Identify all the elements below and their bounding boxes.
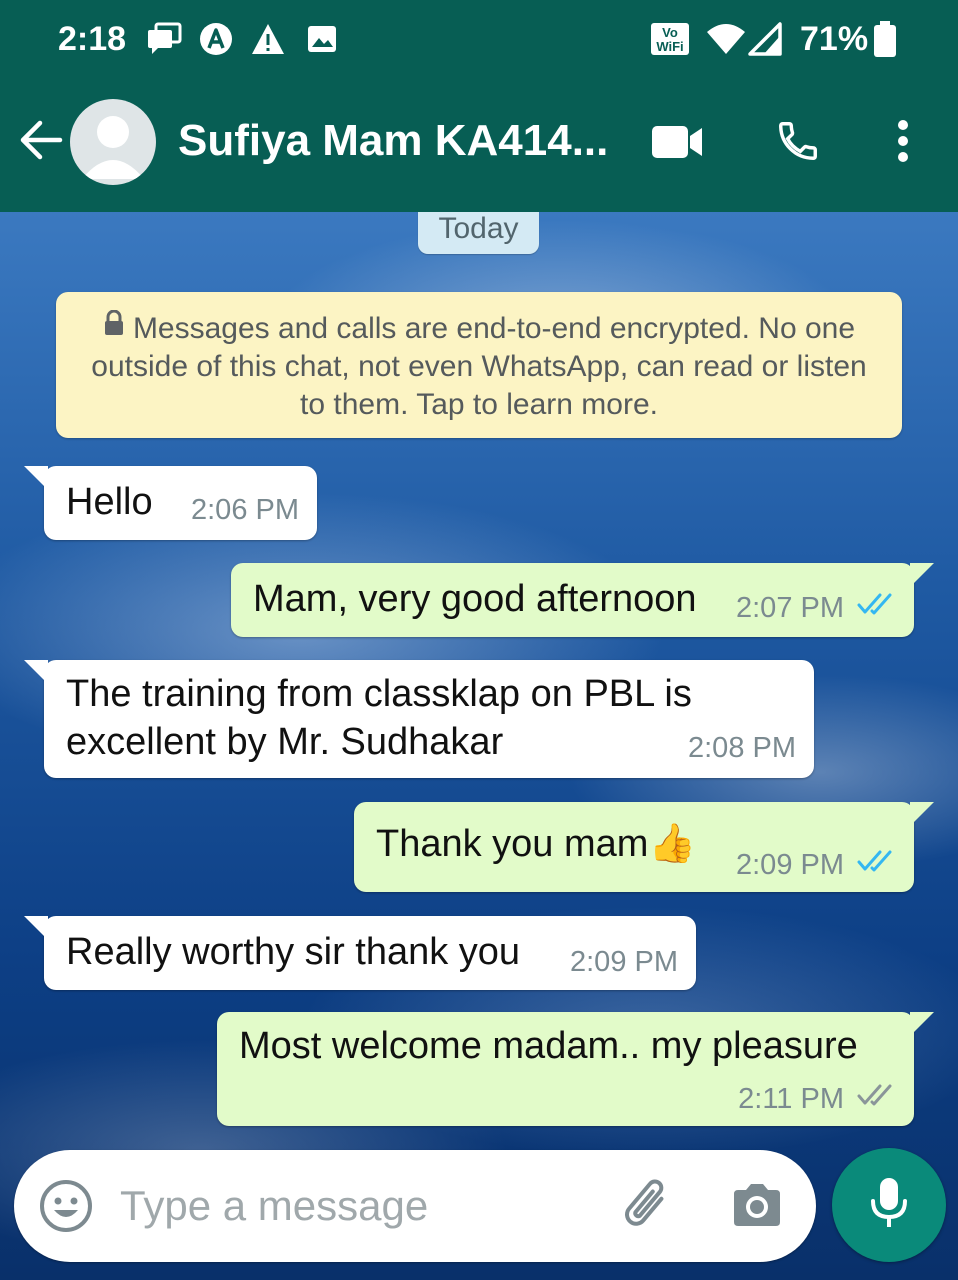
svg-text:Vo: Vo	[662, 25, 678, 40]
back-arrow-icon[interactable]	[18, 117, 64, 168]
video-call-icon[interactable]	[650, 122, 704, 167]
message-notification-icon	[146, 22, 182, 56]
cellular-signal-icon	[746, 22, 784, 56]
message-time: 2:09 PM	[736, 848, 844, 881]
voice-call-icon[interactable]	[775, 118, 821, 169]
microphone-icon	[867, 1175, 911, 1236]
message-text: Most welcome madam.. my pleasure	[239, 1025, 858, 1067]
battery-percentage: 71%	[800, 20, 869, 58]
message-outgoing[interactable]: Mam, very good afternoon 2:07 PM	[231, 563, 934, 637]
message-outgoing[interactable]: Thank you mam👍 2:09 PM	[354, 802, 934, 892]
bubble-tail	[24, 660, 48, 684]
battery-icon	[872, 21, 898, 57]
bubble-tail	[910, 563, 934, 587]
emoji-icon[interactable]	[38, 1178, 94, 1239]
message-input[interactable]	[120, 1174, 600, 1238]
message-composer	[14, 1150, 816, 1262]
message-time: 2:07 PM	[736, 591, 844, 624]
image-notification-icon	[306, 22, 338, 56]
warning-icon	[250, 22, 286, 56]
wifi-icon	[705, 22, 747, 56]
message-outgoing[interactable]: Most welcome madam.. my pleasure 2:11 PM	[217, 1012, 934, 1126]
message-time: 2:11 PM	[738, 1082, 844, 1115]
date-chip: Today	[418, 212, 539, 254]
message-time: 2:09 PM	[570, 946, 678, 978]
message-text: Mam, very good afternoon	[253, 578, 697, 620]
message-incoming[interactable]: The training from classklap on PBL is ex…	[24, 660, 814, 778]
thumbs-up-emoji: 👍	[648, 823, 696, 865]
message-time: 2:08 PM	[688, 732, 796, 764]
encryption-notice[interactable]: Messages and calls are end-to-end encryp…	[56, 292, 902, 438]
svg-text:WiFi: WiFi	[656, 39, 683, 54]
message-time: 2:06 PM	[191, 494, 299, 526]
bubble-tail	[24, 916, 48, 940]
message-text: Thank you mam	[376, 823, 649, 865]
vowifi-icon: Vo WiFi	[650, 22, 690, 56]
more-options-icon[interactable]	[893, 118, 913, 169]
chat-header: Sufiya Mam KA414...	[0, 72, 958, 212]
chat-wallpaper: Today Messages and calls are end-to-end …	[0, 212, 958, 1280]
message-text-line-2: excellent by Mr. Sudhakar	[66, 721, 504, 763]
read-ticks-icon	[856, 848, 896, 882]
read-ticks-icon	[856, 591, 896, 625]
status-bar: 2:18 Vo WiFi 71%	[0, 0, 958, 72]
message-text: Hello	[66, 481, 153, 523]
message-text-line-1: The training from classklap on PBL is	[66, 673, 692, 715]
app-notification-icon	[198, 22, 234, 56]
bubble-tail	[910, 802, 934, 826]
bubble-tail	[24, 466, 48, 490]
message-incoming[interactable]: Really worthy sir thank you 2:09 PM	[24, 916, 696, 990]
encryption-notice-text: Messages and calls are end-to-end encryp…	[91, 312, 867, 421]
lock-icon	[103, 308, 125, 346]
voice-record-button[interactable]	[832, 1148, 946, 1262]
bubble-tail	[910, 1012, 934, 1036]
contact-name[interactable]: Sufiya Mam KA414...	[178, 116, 608, 166]
delivered-ticks-icon	[856, 1082, 896, 1116]
attachment-icon[interactable]	[618, 1178, 678, 1239]
camera-icon[interactable]	[730, 1180, 784, 1235]
status-time: 2:18	[58, 20, 127, 58]
contact-avatar[interactable]	[70, 99, 156, 185]
message-text: Really worthy sir thank you	[66, 931, 521, 973]
message-incoming[interactable]: Hello 2:06 PM	[24, 466, 317, 540]
